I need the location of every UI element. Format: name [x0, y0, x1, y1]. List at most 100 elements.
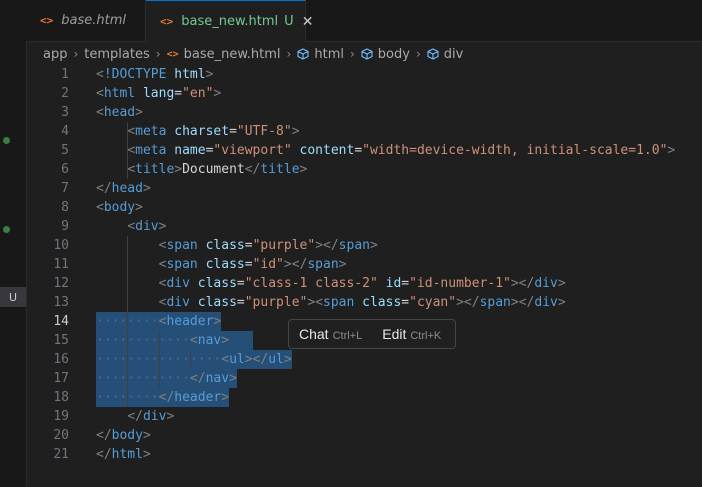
- code-text: ············</nav>: [96, 369, 237, 388]
- code-line[interactable]: 19 </div>: [26, 407, 702, 426]
- code-token: "cyan": [409, 295, 457, 310]
- code-text: <!DOCTYPE html>: [96, 65, 213, 84]
- code-token: >: [142, 428, 151, 443]
- code-line[interactable]: 8 <body>: [26, 198, 702, 217]
- code-token: span: [166, 257, 198, 272]
- untracked-status: U: [284, 14, 294, 29]
- edit-action[interactable]: Edit Ctrl+K: [382, 326, 441, 342]
- tab-base-html[interactable]: <> base.html: [26, 0, 146, 41]
- close-icon[interactable]: ✕: [302, 14, 314, 30]
- code-token: head: [111, 181, 143, 196]
- line-number: 21: [53, 447, 69, 462]
- line-number: 4: [61, 124, 69, 139]
- breadcrumb-item-templates[interactable]: templates: [84, 47, 149, 62]
- code-token: </: [96, 447, 112, 462]
- code-token: div: [534, 295, 558, 310]
- code-token: div: [166, 276, 190, 291]
- code-token: div: [135, 219, 159, 234]
- breadcrumb-item-div[interactable]: div: [444, 47, 464, 62]
- code-token: div: [534, 276, 558, 291]
- code-token: !DOCTYPE: [103, 67, 167, 82]
- code-token: html: [111, 447, 143, 462]
- code-text: ········<header>: [96, 312, 221, 331]
- code-token: ></: [244, 352, 269, 367]
- code-token: =: [244, 238, 253, 253]
- code-token: Document: [182, 162, 245, 177]
- code-token: >: [142, 447, 151, 462]
- code-token: ul: [229, 352, 245, 367]
- breadcrumb-item-file[interactable]: base_new.html: [184, 47, 281, 62]
- code-token: body: [111, 428, 143, 443]
- code-editor[interactable]: 1 <!DOCTYPE html> 2 <html lang="en"> 3 <head>…: [26, 65, 702, 487]
- code-token: ></: [510, 295, 535, 310]
- code-token: >: [221, 333, 230, 348]
- code-token: ><: [307, 295, 324, 310]
- code-token: <: [96, 200, 104, 215]
- code-text: <span class="id"></span>: [96, 255, 347, 274]
- line-number: 12: [53, 276, 69, 291]
- code-token: >: [135, 200, 143, 215]
- inline-chat-hint: Chat Ctrl+L Edit Ctrl+K: [288, 319, 456, 349]
- code-token: class: [197, 295, 237, 310]
- code-token: >: [557, 295, 566, 310]
- code-token: >: [142, 181, 151, 196]
- code-token: name: [174, 143, 206, 158]
- code-line[interactable]: 2 <html lang="en">: [26, 84, 702, 103]
- code-token: body: [103, 200, 136, 215]
- code-token: ············: [96, 333, 190, 348]
- line-number: 11: [53, 257, 69, 272]
- code-text: ········</header>: [96, 388, 229, 407]
- code-line[interactable]: 21 </html>: [26, 445, 702, 464]
- line-number: 15: [53, 333, 69, 348]
- code-text: <div class="purple"><span class="cyan"><…: [96, 293, 566, 312]
- code-token: >: [174, 162, 183, 177]
- code-token: >: [213, 314, 222, 329]
- chevron-right-icon: ›: [286, 47, 292, 61]
- code-line[interactable]: 1 <!DOCTYPE html>: [26, 65, 702, 84]
- line-number: 3: [61, 105, 69, 120]
- code-token: =: [401, 295, 410, 310]
- code-text: <span class="purple"></span>: [96, 236, 378, 255]
- code-line[interactable]: 3 <head>: [26, 103, 702, 122]
- cube-icon: [361, 48, 373, 60]
- code-text: </div>: [96, 407, 174, 426]
- line-number: 7: [61, 181, 69, 196]
- indent-guide: [127, 122, 128, 179]
- code-token: ············: [96, 371, 190, 386]
- chevron-right-icon: ›: [349, 47, 355, 61]
- code-token: span: [323, 295, 355, 310]
- code-token: </: [96, 428, 112, 443]
- code-line[interactable]: 20 </body>: [26, 426, 702, 445]
- code-token: <: [96, 86, 104, 101]
- code-token: "id": [252, 257, 284, 272]
- code-line[interactable]: 7 </head>: [26, 179, 702, 198]
- line-number: 13: [53, 295, 69, 310]
- code-token: head: [103, 105, 136, 120]
- code-token: content: [299, 143, 355, 158]
- cube-icon: [427, 48, 439, 60]
- line-number: 6: [61, 162, 69, 177]
- code-text: <html lang="en">: [96, 84, 221, 103]
- code-token: "width=device-width, initial-scale=1.0": [362, 143, 668, 158]
- code-token: header: [166, 314, 214, 329]
- line-number: 10: [53, 238, 69, 253]
- code-text: <head>: [96, 103, 143, 122]
- code-token: >: [338, 257, 347, 272]
- code-text: </html>: [96, 445, 151, 464]
- code-token: </: [189, 371, 206, 386]
- chat-action[interactable]: Chat Ctrl+L: [299, 326, 362, 342]
- breadcrumb-item-html[interactable]: html: [314, 47, 344, 62]
- code-token: </: [244, 162, 261, 177]
- tab-base-new-html[interactable]: <> base_new.html U ✕: [146, 0, 313, 42]
- code-token: <: [127, 162, 136, 177]
- breadcrumb-item-app[interactable]: app: [43, 47, 67, 62]
- breadcrumb-item-body[interactable]: body: [378, 47, 410, 62]
- code-line[interactable]: 9 <div>: [26, 217, 702, 236]
